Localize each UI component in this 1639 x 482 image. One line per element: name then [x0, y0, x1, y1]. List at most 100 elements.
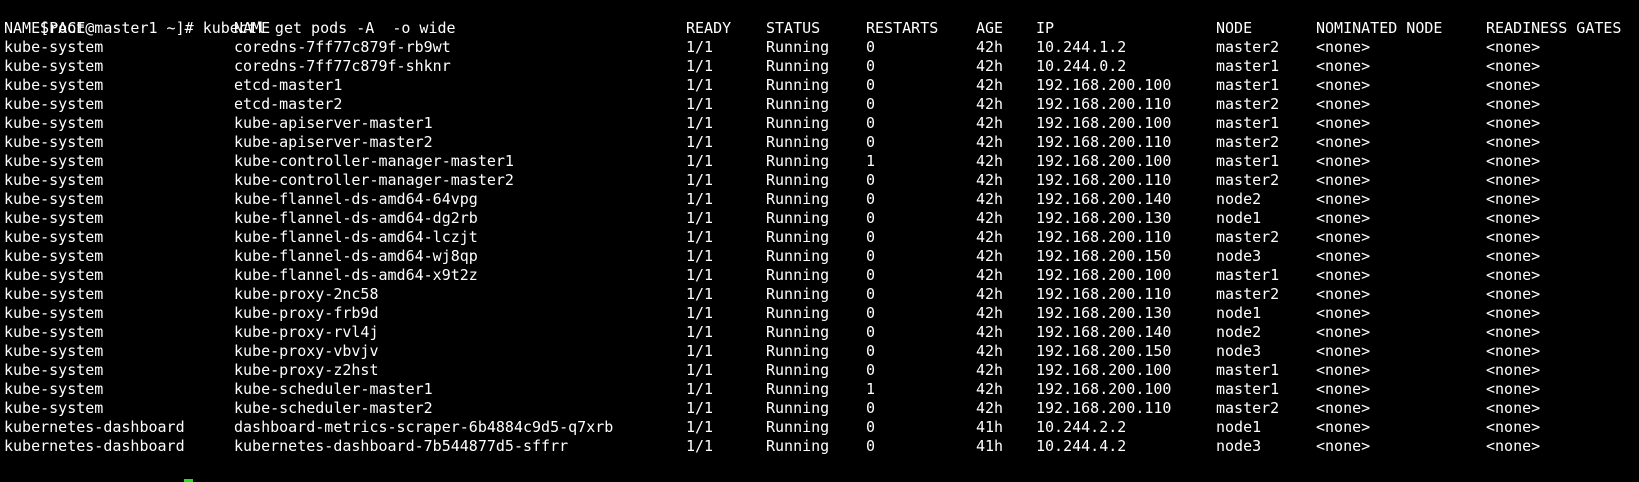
pod-nominated-node: <none>	[1316, 437, 1371, 455]
pod-ip: 192.168.200.150	[1036, 342, 1172, 360]
pod-namespace: kube-system	[4, 95, 104, 113]
pod-nominated-node: <none>	[1316, 95, 1371, 113]
pod-name: kube-proxy-frb9d	[234, 304, 379, 322]
pod-ready: 1/1	[686, 399, 714, 417]
table-row: kube-system kube-apiserver-master2 1/1 Runn…	[4, 133, 1639, 152]
table-row: kubernetes-dashboard kubernetes-dashboard…	[4, 437, 1639, 456]
pod-name: kube-controller-manager-master1	[234, 152, 514, 170]
pod-name: kube-proxy-2nc58	[234, 285, 379, 303]
pod-ip: 192.168.200.100	[1036, 152, 1172, 170]
header-age: AGE	[976, 19, 1004, 37]
pod-restarts: 0	[866, 361, 876, 379]
pod-ready: 1/1	[686, 266, 714, 284]
pod-ready: 1/1	[686, 38, 714, 56]
terminal-window[interactable]: [root@master1 ~]# kubectl get pods -A -o…	[0, 0, 1639, 482]
pod-restarts: 0	[866, 95, 876, 113]
pod-age: 42h	[976, 228, 1004, 246]
pod-readiness-gates: <none>	[1486, 114, 1541, 132]
table-row: kube-system etcd-master2 1/1 Running 0 42h 192…	[4, 95, 1639, 114]
pod-readiness-gates: <none>	[1486, 418, 1541, 436]
pod-age: 42h	[976, 285, 1004, 303]
pod-ready: 1/1	[686, 361, 714, 379]
table-row: kubernetes-dashboard dashboard-metrics-sc…	[4, 418, 1639, 437]
table-row: kube-system kube-proxy-z2hst 1/1 Running 0 42…	[4, 361, 1639, 380]
pod-age: 42h	[976, 152, 1004, 170]
table-row: kube-system kube-proxy-2nc58 1/1 Running 0 42…	[4, 285, 1639, 304]
pod-ip: 192.168.200.130	[1036, 209, 1172, 227]
pod-readiness-gates: <none>	[1486, 95, 1541, 113]
pod-age: 42h	[976, 57, 1004, 75]
pod-node: master1	[1216, 266, 1280, 284]
pod-nominated-node: <none>	[1316, 247, 1371, 265]
pod-ip: 192.168.200.100	[1036, 114, 1172, 132]
pod-node: node2	[1216, 190, 1262, 208]
pod-status: Running	[766, 133, 830, 151]
pod-age: 42h	[976, 342, 1004, 360]
pod-name: kube-proxy-z2hst	[234, 361, 379, 379]
header-ready: READY	[686, 19, 732, 37]
pod-ready: 1/1	[686, 437, 714, 455]
pod-age: 42h	[976, 209, 1004, 227]
pod-status: Running	[766, 361, 830, 379]
pod-name: kube-flannel-ds-amd64-64vpg	[234, 190, 478, 208]
header-ip: IP	[1036, 19, 1055, 37]
pod-readiness-gates: <none>	[1486, 190, 1541, 208]
table-row: kube-system kube-apiserver-master1 1/1 Runn…	[4, 114, 1639, 133]
pod-node: master2	[1216, 399, 1280, 417]
pod-name: kube-flannel-ds-amd64-x9t2z	[234, 266, 478, 284]
table-body: kube-system coredns-7ff77c879f-rb9wt 1/1 Ru…	[4, 38, 1639, 456]
pod-ready: 1/1	[686, 342, 714, 360]
pod-readiness-gates: <none>	[1486, 361, 1541, 379]
pod-name: kube-scheduler-master1	[234, 380, 433, 398]
table-row: kube-system kube-scheduler-master1 1/1 Runn…	[4, 380, 1639, 399]
pod-status: Running	[766, 190, 830, 208]
pod-node: master1	[1216, 76, 1280, 94]
pod-namespace: kube-system	[4, 228, 104, 246]
pod-nominated-node: <none>	[1316, 228, 1371, 246]
pod-name: kube-controller-manager-master2	[234, 171, 514, 189]
pod-readiness-gates: <none>	[1486, 57, 1541, 75]
pod-restarts: 0	[866, 38, 876, 56]
pod-node: node2	[1216, 323, 1262, 341]
pod-name: kube-flannel-ds-amd64-dg2rb	[234, 209, 478, 227]
pod-status: Running	[766, 228, 830, 246]
pod-node: node1	[1216, 418, 1262, 436]
pod-ready: 1/1	[686, 133, 714, 151]
pod-ready: 1/1	[686, 285, 714, 303]
pod-name: dashboard-metrics-scraper-6b4884c9d5-q7x…	[234, 418, 614, 436]
pod-restarts: 1	[866, 152, 876, 170]
pod-nominated-node: <none>	[1316, 342, 1371, 360]
pod-status: Running	[766, 171, 830, 189]
pod-readiness-gates: <none>	[1486, 209, 1541, 227]
table-row: kube-system kube-controller-manager-maste…	[4, 171, 1639, 190]
pod-status: Running	[766, 209, 830, 227]
pod-restarts: 0	[866, 57, 876, 75]
pod-readiness-gates: <none>	[1486, 133, 1541, 151]
pod-age: 42h	[976, 76, 1004, 94]
pod-ready: 1/1	[686, 304, 714, 322]
pod-age: 41h	[976, 418, 1004, 436]
pod-ready: 1/1	[686, 76, 714, 94]
pod-restarts: 0	[866, 399, 876, 417]
pod-nominated-node: <none>	[1316, 152, 1371, 170]
pod-nominated-node: <none>	[1316, 209, 1371, 227]
pod-node: master2	[1216, 133, 1280, 151]
pod-node: master2	[1216, 95, 1280, 113]
pod-status: Running	[766, 76, 830, 94]
pod-name: coredns-7ff77c879f-shknr	[234, 57, 451, 75]
pod-nominated-node: <none>	[1316, 190, 1371, 208]
pod-ready: 1/1	[686, 190, 714, 208]
pod-nominated-node: <none>	[1316, 380, 1371, 398]
pod-restarts: 0	[866, 285, 876, 303]
pod-readiness-gates: <none>	[1486, 247, 1541, 265]
pod-status: Running	[766, 285, 830, 303]
header-namespace: NAMESPACE	[4, 19, 86, 37]
pod-restarts: 0	[866, 209, 876, 227]
pod-namespace: kube-system	[4, 342, 104, 360]
pod-nominated-node: <none>	[1316, 38, 1371, 56]
pod-namespace: kube-system	[4, 304, 104, 322]
pod-node: node3	[1216, 247, 1262, 265]
pod-node: master1	[1216, 114, 1280, 132]
pod-nominated-node: <none>	[1316, 399, 1371, 417]
table-row: kube-system kube-flannel-ds-amd64-dg2rb 1/…	[4, 209, 1639, 228]
